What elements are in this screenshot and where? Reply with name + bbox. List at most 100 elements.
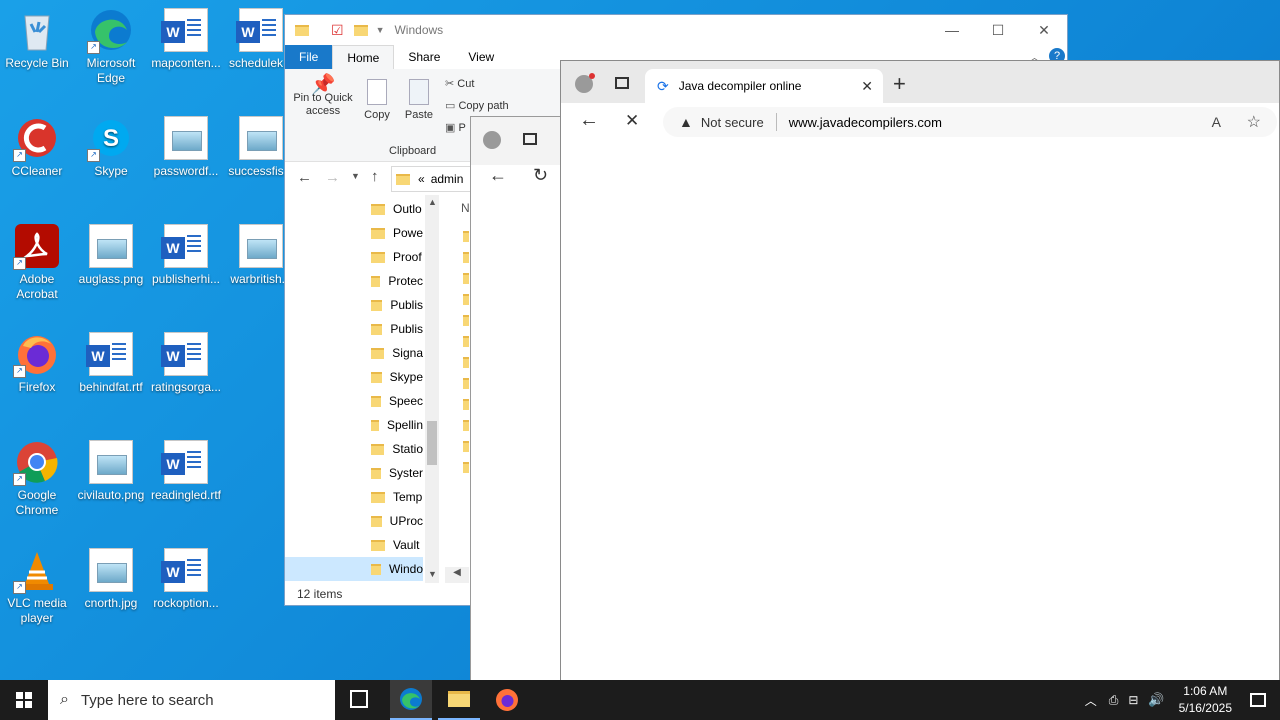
nav-folder-item[interactable]: Vault bbox=[371, 533, 423, 557]
tab-actions-icon[interactable] bbox=[615, 77, 629, 89]
nav-folder-item[interactable]: Signa bbox=[371, 341, 423, 365]
file-list-folder-icon[interactable] bbox=[463, 357, 469, 368]
desktop-icon-passwordf[interactable]: passwordf... bbox=[149, 116, 223, 179]
back-arrow-icon[interactable]: ← bbox=[579, 109, 599, 132]
cut-button[interactable]: ✂ Cut bbox=[445, 77, 474, 90]
taskbar-search-box[interactable]: ⌕ Type here to search bbox=[48, 680, 335, 720]
desktop-icon-mapconten[interactable]: W mapconten... bbox=[149, 8, 223, 71]
network-icon[interactable]: ⊟ bbox=[1128, 693, 1138, 707]
copy-button[interactable]: Copy bbox=[361, 79, 393, 122]
security-status[interactable]: Not secure bbox=[701, 115, 764, 130]
desktop-icon-recycle-bin[interactable]: Recycle Bin bbox=[0, 8, 74, 71]
up-arrow-icon[interactable]: ↑ bbox=[371, 168, 379, 185]
customize-toolbar-icon[interactable]: ▼ bbox=[376, 25, 385, 35]
nav-folder-item[interactable]: Protec bbox=[371, 269, 423, 293]
desktop-icon-vlc[interactable]: ↗ VLC media player bbox=[0, 548, 74, 626]
scroll-down-icon[interactable]: ▼ bbox=[428, 569, 437, 579]
desktop-icon-auglass[interactable]: auglass.png bbox=[74, 224, 148, 287]
show-hidden-icons-icon[interactable]: ︿ bbox=[1085, 692, 1097, 709]
close-button[interactable]: ✕ bbox=[1021, 15, 1067, 45]
nav-folder-item[interactable]: Publis bbox=[371, 317, 423, 341]
profile-icon[interactable] bbox=[483, 131, 501, 149]
nav-folder-item[interactable]: Publis bbox=[371, 293, 423, 317]
taskbar-file-explorer-button[interactable] bbox=[438, 680, 480, 720]
file-list-folder-icon[interactable] bbox=[463, 273, 469, 284]
nav-folder-item[interactable]: Outlo bbox=[371, 197, 423, 221]
address-bar[interactable]: « admin bbox=[391, 166, 473, 192]
tab-home[interactable]: Home bbox=[332, 45, 395, 69]
nav-folder-item[interactable]: Temp bbox=[371, 485, 423, 509]
scroll-left-icon[interactable]: ◀ bbox=[445, 567, 469, 583]
volume-icon[interactable]: 🔊 bbox=[1148, 692, 1164, 708]
task-view-icon[interactable] bbox=[350, 690, 368, 708]
file-list-folder-icon[interactable] bbox=[463, 294, 469, 305]
forward-arrow-icon[interactable]: → bbox=[325, 169, 340, 186]
file-list-folder-icon[interactable] bbox=[463, 420, 469, 431]
tab-view[interactable]: View bbox=[454, 45, 508, 69]
scroll-up-icon[interactable]: ▲ bbox=[428, 197, 437, 207]
start-button[interactable] bbox=[0, 680, 48, 720]
file-list-folder-icon[interactable] bbox=[463, 441, 469, 452]
taskbar-firefox-button[interactable] bbox=[486, 680, 528, 720]
file-list-folder-icon[interactable] bbox=[463, 378, 469, 389]
file-list-folder-icon[interactable] bbox=[463, 252, 469, 263]
nav-pane-scrollbar[interactable]: ▲ ▼ bbox=[425, 195, 439, 583]
notifications-icon[interactable] bbox=[1250, 693, 1266, 707]
paste-shortcut-button[interactable]: ▣ P bbox=[445, 121, 466, 134]
taskbar-edge-button[interactable] bbox=[390, 680, 432, 720]
tab-actions-icon[interactable] bbox=[523, 133, 537, 145]
nav-folder-item[interactable]: Spellin bbox=[371, 413, 423, 437]
copy-path-button[interactable]: ▭ Copy path bbox=[445, 99, 509, 112]
desktop-icon-readingled[interactable]: W readingled.rtf bbox=[149, 440, 223, 503]
desktop-icon-label: Recycle Bin bbox=[5, 56, 69, 70]
stop-loading-icon[interactable]: ✕ bbox=[625, 111, 639, 131]
desktop-icon-adobe-acrobat[interactable]: ↗ Adobe Acrobat bbox=[0, 224, 74, 302]
properties-icon[interactable]: ☑ bbox=[331, 22, 344, 39]
nav-folder-item[interactable]: Skype bbox=[371, 365, 423, 389]
paste-button[interactable]: Paste bbox=[403, 79, 435, 122]
desktop-icon-cnorth[interactable]: cnorth.jpg bbox=[74, 548, 148, 611]
favorite-star-icon[interactable]: ☆ bbox=[1247, 112, 1261, 132]
nav-folder-item[interactable]: UProc bbox=[371, 509, 423, 533]
clock[interactable]: 1:06 AM 5/16/2025 bbox=[1179, 683, 1232, 717]
back-arrow-icon[interactable]: ← bbox=[297, 169, 312, 186]
nav-folder-item[interactable]: Proof bbox=[371, 245, 423, 269]
new-tab-icon[interactable]: + bbox=[893, 71, 906, 97]
file-list-folder-icon[interactable] bbox=[463, 231, 469, 242]
file-list-folder-icon[interactable] bbox=[463, 315, 469, 326]
tab-file[interactable]: File bbox=[285, 45, 333, 69]
desktop-icon-skype[interactable]: S ↗ Skype bbox=[74, 116, 148, 179]
maximize-button[interactable]: ☐ bbox=[975, 15, 1021, 45]
back-arrow-icon[interactable]: ← bbox=[489, 165, 507, 186]
recent-locations-icon[interactable]: ▼ bbox=[351, 171, 360, 181]
nav-folder-item[interactable]: Statio bbox=[371, 437, 423, 461]
address-bar[interactable]: ▲ Not secure www.javadecompilers.com A ☆ bbox=[663, 107, 1277, 137]
new-folder-icon[interactable] bbox=[353, 24, 368, 36]
pin-to-quick-access-button[interactable]: 📌 Pin to Quick access bbox=[291, 75, 355, 118]
usb-device-icon[interactable]: ⎙ bbox=[1109, 693, 1119, 708]
nav-folder-item[interactable]: Syster bbox=[371, 461, 423, 485]
desktop-icon-civilauto[interactable]: civilauto.png bbox=[74, 440, 148, 503]
tab-java-decompiler[interactable]: ⟳ Java decompiler online ✕ bbox=[645, 69, 883, 103]
refresh-icon[interactable]: ↻ bbox=[533, 165, 548, 186]
nav-folder-item[interactable]: Speec bbox=[371, 389, 423, 413]
desktop-icon-behindfat[interactable]: W behindfat.rtf bbox=[74, 332, 148, 395]
nav-folder-item[interactable]: Windo bbox=[285, 557, 423, 581]
file-list-folder-icon[interactable] bbox=[463, 462, 469, 473]
nav-folder-item[interactable]: Powe bbox=[371, 221, 423, 245]
desktop-icon-microsoft-edge[interactable]: ↗ Microsoft Edge bbox=[74, 8, 148, 86]
file-list-folder-icon[interactable] bbox=[463, 336, 469, 347]
desktop-icon-firefox[interactable]: ↗ Firefox bbox=[0, 332, 74, 395]
desktop-icon-ccleaner[interactable]: ↗ CCleaner bbox=[0, 116, 74, 179]
desktop-icon-google-chrome[interactable]: ↗ Google Chrome bbox=[0, 440, 74, 518]
close-tab-icon[interactable]: ✕ bbox=[861, 78, 873, 95]
scroll-thumb[interactable] bbox=[427, 421, 437, 465]
column-header-name[interactable]: N bbox=[461, 201, 470, 215]
read-aloud-icon[interactable]: A bbox=[1212, 114, 1221, 130]
desktop-icon-publisherhi[interactable]: W publisherhi... bbox=[149, 224, 223, 287]
tab-share[interactable]: Share bbox=[394, 45, 454, 69]
file-list-folder-icon[interactable] bbox=[463, 399, 469, 410]
desktop-icon-ratingsorga[interactable]: W ratingsorga... bbox=[149, 332, 223, 395]
minimize-button[interactable]: — bbox=[929, 15, 975, 45]
desktop-icon-rockoption[interactable]: W rockoption... bbox=[149, 548, 223, 611]
